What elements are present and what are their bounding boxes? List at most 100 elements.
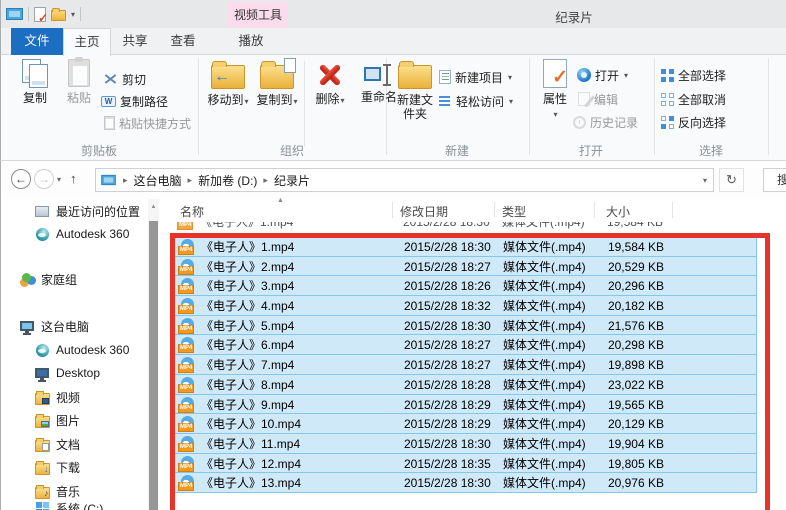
column-header-row: 名称 ▲ 修改日期 类型 大小	[165, 197, 786, 221]
contextual-tab-group-video-tools: 视频工具	[228, 2, 288, 28]
back-button[interactable]: ←	[11, 169, 31, 189]
file-row[interactable]: MP4 《电子人》2.mp4 2015/2/28 18:27 媒体文件(.mp4…	[174, 255, 757, 277]
properties-qat-icon[interactable]	[34, 6, 48, 25]
sidebar-item-autodesk-360[interactable]: Autodesk 360	[34, 339, 129, 361]
tab-share[interactable]: 共享	[111, 28, 159, 55]
mp4-file-icon: MP4	[177, 222, 194, 230]
up-button[interactable]: ↑	[70, 171, 77, 186]
paste-button[interactable]: 粘贴	[59, 57, 99, 105]
mp4-file-icon: MP4	[178, 396, 195, 413]
column-header-size[interactable]: 大小	[606, 203, 630, 220]
copy-to-button[interactable]: 复制到▾	[253, 58, 301, 109]
column-divider[interactable]	[594, 202, 595, 218]
mp4-file-icon: MP4	[178, 475, 195, 492]
sidebar-item-label: 家庭组	[41, 272, 78, 287]
file-row[interactable]: MP4 《电子人》8.mp4 2015/2/28 18:28 媒体文件(.mp4…	[174, 373, 757, 395]
new-item-icon	[439, 70, 451, 84]
file-row[interactable]: MP4 《电子人》9.mp4 2015/2/28 18:29 媒体文件(.mp4…	[174, 393, 757, 415]
file-row[interactable]: MP4 《电子人》3.mp4 2015/2/28 18:26 媒体文件(.mp4…	[174, 275, 757, 297]
address-breadcrumb-bar[interactable]: ▸ 这台电脑 ▸ 新加卷 (D:) ▸ 纪录片 ▾	[95, 168, 714, 192]
open-button[interactable]: 打开 ▾	[577, 66, 628, 84]
file-row[interactable]: MP4 《电子人》4.mp4 2015/2/28 18:32 媒体文件(.mp4…	[174, 295, 757, 316]
column-divider[interactable]	[672, 202, 673, 218]
column-header-name[interactable]: 名称	[180, 203, 204, 220]
file-row[interactable]: MP4 《电子人》10.mp4 2015/2/28 18:29 媒体文件(.mp…	[174, 413, 757, 434]
invert-selection-icon	[661, 115, 674, 129]
sidebar-item-autodesk-360[interactable]: Autodesk 360	[34, 223, 129, 245]
sidebar-scrollbar-thumb[interactable]	[149, 221, 158, 510]
separator	[80, 7, 82, 21]
system-drive-icon	[34, 500, 50, 510]
search-input[interactable]: 搜	[763, 168, 786, 192]
sidebar-item-label: Autodesk 360	[56, 343, 130, 357]
breadcrumb-drive-d[interactable]: 新加卷 (D:)	[198, 172, 257, 189]
column-divider[interactable]	[392, 202, 393, 218]
file-size: 20,129 KB	[607, 417, 664, 432]
copy-button[interactable]: 复制	[13, 59, 57, 105]
column-divider[interactable]	[494, 202, 495, 218]
refresh-button[interactable]: ↻	[719, 168, 744, 192]
column-header-date[interactable]: 修改日期	[400, 203, 448, 220]
select-none-button[interactable]: 全部取消	[661, 90, 726, 108]
invert-selection-button[interactable]: 反向选择	[661, 113, 726, 131]
autodesk-360-icon	[34, 342, 50, 358]
sidebar-item-videos[interactable]: 视频	[34, 386, 80, 408]
paste-shortcut-button[interactable]: 粘贴快捷方式	[104, 114, 191, 132]
sidebar-scrollbar-up-icon[interactable]: ▲	[148, 199, 159, 216]
address-dropdown-icon[interactable]: ▾	[703, 176, 707, 185]
delete-button[interactable]: 删除▾	[309, 59, 351, 108]
customize-qat-dropdown-icon[interactable]: ▾	[71, 10, 75, 19]
file-date: 2015/2/28 18:27	[404, 358, 491, 373]
file-row-partial[interactable]: MP4 《电子人》1.mp4 2015/2/28 18:30 媒体文件(.mp4…	[174, 222, 757, 235]
file-row[interactable]: MP4 《电子人》13.mp4 2015/2/28 18:30 媒体文件(.mp…	[174, 472, 757, 493]
file-name: 《电子人》5.mp4	[201, 318, 295, 333]
file-row[interactable]: MP4 《电子人》5.mp4 2015/2/28 18:30 媒体文件(.mp4…	[174, 314, 757, 336]
sidebar-item-desktop[interactable]: Desktop	[34, 362, 100, 384]
file-row[interactable]: MP4 《电子人》6.mp4 2015/2/28 18:27 媒体文件(.mp4…	[174, 334, 757, 356]
breadcrumb-current-folder[interactable]: 纪录片	[274, 172, 310, 189]
file-date: 2015/2/28 18:32	[404, 299, 491, 314]
tab-home[interactable]: 主页	[63, 28, 111, 56]
file-row[interactable]: MP4 《电子人》11.mp4 2015/2/28 18:30 媒体文件(.mp…	[174, 432, 757, 454]
history-button[interactable]: 历史记录	[573, 113, 638, 131]
address-bar-row: ← → ▾ ↑ ▸ 这台电脑 ▸ 新加卷 (D:) ▸ 纪录片 ▾ ↻ 搜	[0, 161, 786, 199]
cut-button[interactable]: 剪切	[103, 70, 146, 88]
copy-path-button[interactable]: W 复制路径	[101, 92, 168, 110]
column-header-type[interactable]: 类型	[502, 203, 526, 220]
properties-button[interactable]: 属性▾	[537, 59, 573, 122]
file-row[interactable]: MP4 《电子人》7.mp4 2015/2/28 18:27 媒体文件(.mp4…	[174, 354, 757, 375]
breadcrumb-this-pc[interactable]: 这台电脑	[134, 172, 182, 189]
sidebar-item-label: 系统 (C:)	[56, 501, 104, 510]
sidebar-item-pictures[interactable]: 图片	[34, 409, 80, 431]
select-all-button[interactable]: 全部选择	[661, 66, 726, 84]
edit-button[interactable]: 编辑	[578, 90, 618, 108]
mp4-file-icon: MP4	[178, 455, 195, 472]
tab-play[interactable]: 播放	[227, 28, 275, 55]
new-item-button[interactable]: 新建项目 ▾	[439, 68, 512, 86]
sidebar-item-documents[interactable]: 文档	[34, 433, 80, 455]
file-date: 2015/2/28 18:30	[404, 476, 491, 491]
forward-button[interactable]: →	[34, 169, 54, 189]
group-label-open: 打开	[578, 144, 603, 158]
sidebar-item-recent-places[interactable]: 最近访问的位置	[34, 200, 140, 222]
sidebar-item-homegroup[interactable]: 家庭组	[19, 268, 77, 290]
select-none-icon	[661, 92, 674, 106]
file-name: 《电子人》7.mp4	[201, 358, 295, 373]
sidebar-item-downloads[interactable]: ↓ 下载	[34, 456, 80, 478]
tab-view[interactable]: 查看	[159, 28, 207, 55]
recent-locations-dropdown-icon[interactable]: ▾	[57, 175, 61, 184]
file-row[interactable]: MP4 《电子人》1.mp4 2015/2/28 18:30 媒体文件(.mp4…	[174, 236, 757, 257]
easy-access-icon	[439, 95, 452, 107]
breadcrumb-chevron-icon: ▸	[123, 174, 128, 185]
tab-file[interactable]: 文件	[11, 28, 63, 55]
move-to-button[interactable]: ← 移动到▾	[204, 59, 252, 109]
new-folder-qat-icon[interactable]	[51, 8, 66, 21]
file-name: 《电子人》11.mp4	[201, 436, 301, 451]
easy-access-button[interactable]: 轻松访问 ▾	[439, 92, 513, 110]
sidebar-item-system-drive[interactable]: 系统 (C:)	[34, 497, 103, 510]
sidebar-item-this-pc[interactable]: 这台电脑	[19, 315, 89, 337]
mp4-file-icon: MP4	[178, 435, 195, 452]
autodesk-360-icon	[34, 226, 50, 242]
file-row[interactable]: MP4 《电子人》12.mp4 2015/2/28 18:35 媒体文件(.mp…	[174, 452, 757, 474]
new-folder-button[interactable]: 新建文件夹	[393, 59, 437, 121]
